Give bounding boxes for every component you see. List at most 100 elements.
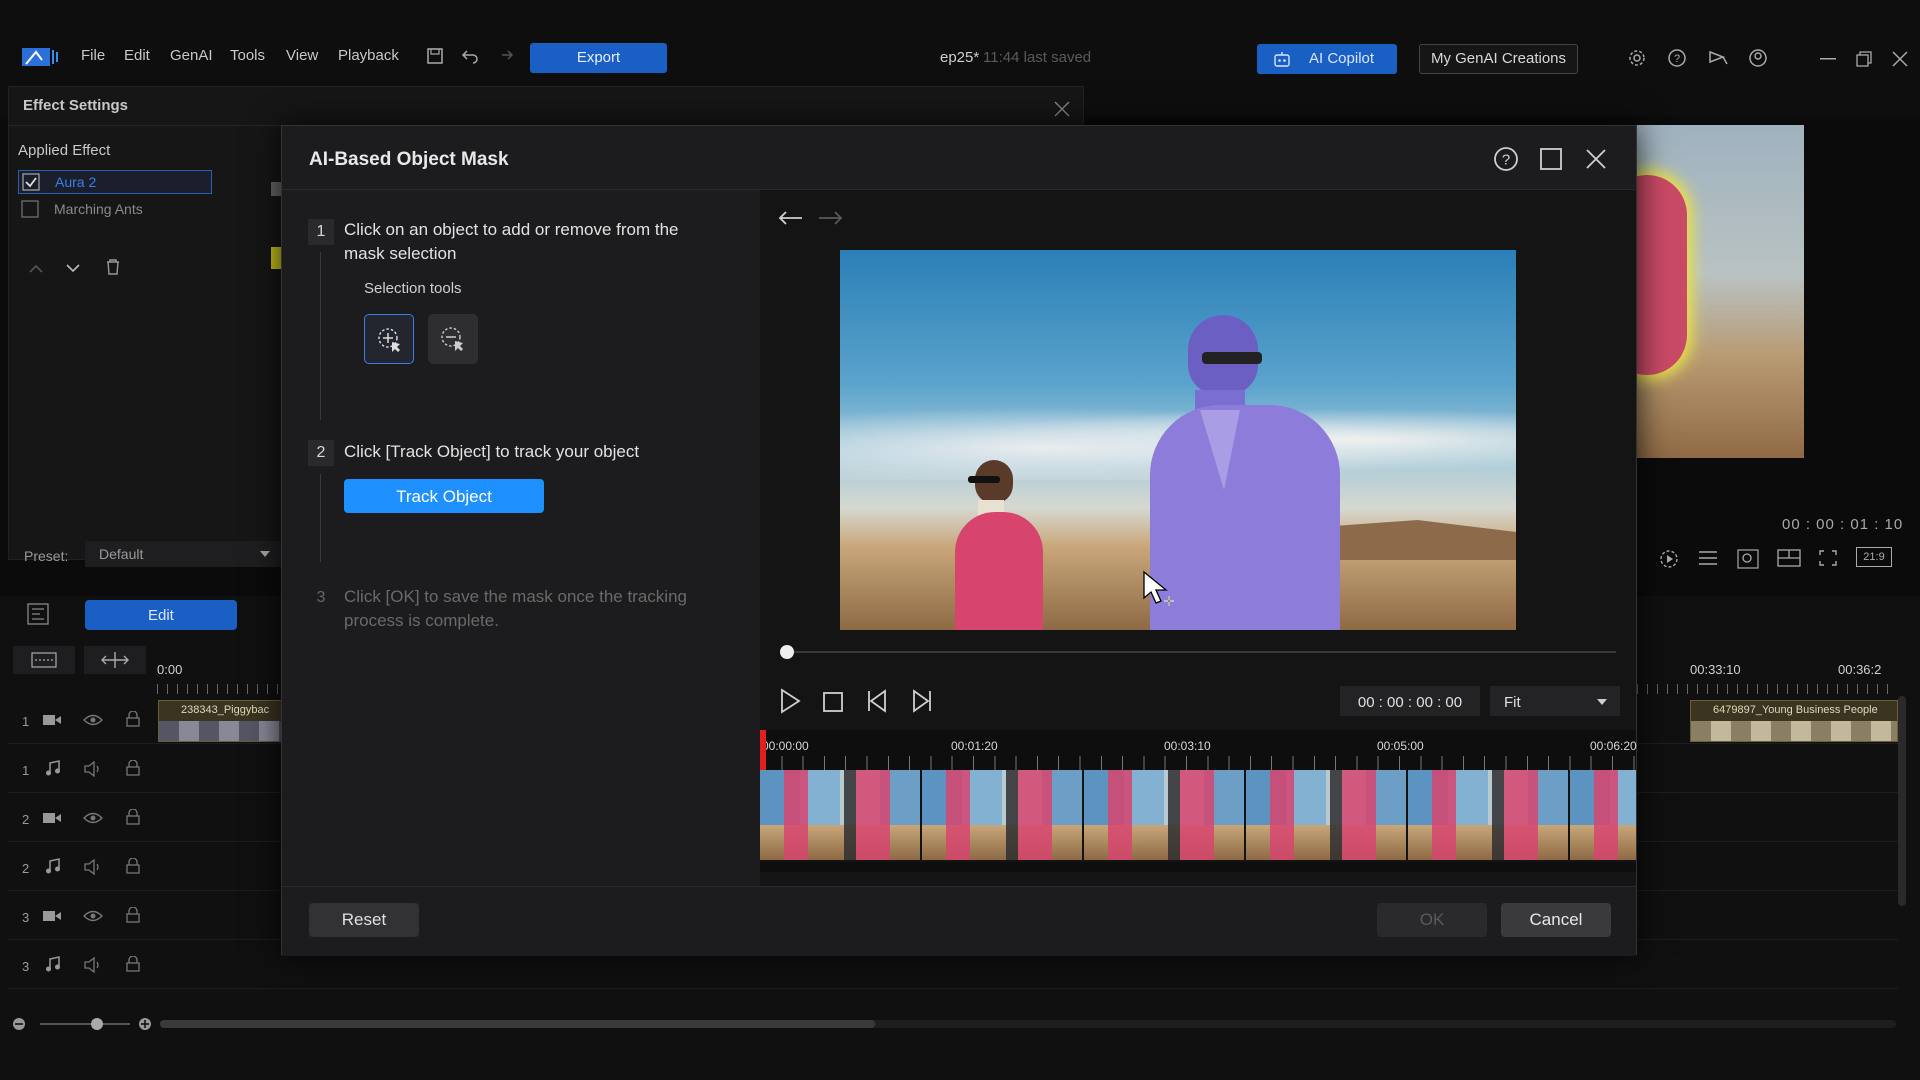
eye-icon[interactable]: [83, 909, 103, 923]
horizontal-scrollbar[interactable]: [160, 1020, 1896, 1028]
minimize-icon[interactable]: [1820, 58, 1836, 60]
reset-button[interactable]: Reset: [309, 903, 419, 937]
stop-icon[interactable]: [822, 691, 844, 713]
ai-object-mask-dialog: AI-Based Object Mask ? 1 Click on an obj…: [281, 125, 1637, 956]
help-icon[interactable]: ?: [1493, 146, 1519, 172]
lock-icon[interactable]: [126, 809, 140, 825]
menu-tools[interactable]: Tools: [230, 47, 265, 64]
lock-icon[interactable]: [126, 858, 140, 874]
remove-selection-tool-button[interactable]: [428, 314, 478, 364]
restore-icon[interactable]: [1856, 51, 1872, 67]
menu-edit[interactable]: Edit: [124, 47, 150, 64]
project-name: ep25*: [940, 49, 980, 66]
video-clip-right[interactable]: 6479897_Young Business People: [1690, 700, 1898, 742]
previous-frame-icon[interactable]: [866, 689, 888, 713]
timeline-label-1: 00:33:10: [1690, 662, 1741, 677]
speaker-icon[interactable]: [84, 957, 104, 973]
menu-file[interactable]: File: [81, 47, 105, 64]
track-manager-icon[interactable]: [13, 646, 75, 674]
split-icon[interactable]: [84, 646, 146, 674]
playhead-marker[interactable]: [760, 730, 766, 770]
speaker-icon[interactable]: [84, 859, 104, 875]
export-button[interactable]: Export: [530, 43, 667, 73]
play-speed-icon[interactable]: [1659, 549, 1681, 569]
maximize-icon[interactable]: [1539, 147, 1563, 171]
track-number: 1: [22, 714, 30, 729]
close-panel-icon[interactable]: [1054, 101, 1070, 117]
zoom-out-icon[interactable]: [12, 1017, 26, 1031]
scrubber-thumb[interactable]: [780, 645, 794, 659]
robot-icon: [1273, 51, 1291, 67]
zoom-in-icon[interactable]: [138, 1017, 152, 1031]
redo-icon[interactable]: [496, 48, 514, 64]
track-number: 3: [22, 910, 30, 925]
audio-track-icon: [45, 858, 61, 874]
move-up-icon[interactable]: [28, 262, 44, 274]
checkbox-checked-icon[interactable]: [22, 173, 40, 191]
chevron-down-icon: [259, 550, 271, 558]
scrollbar-thumb[interactable]: [160, 1020, 875, 1028]
lock-icon[interactable]: [126, 760, 140, 776]
next-frame-icon[interactable]: [911, 689, 933, 713]
ruler-label: 00:06:20: [1590, 739, 1637, 753]
track-number: 2: [22, 861, 30, 876]
redo-icon[interactable]: [817, 208, 843, 228]
effect-name: Marching Ants: [54, 201, 143, 217]
effect-item-aura[interactable]: Aura 2: [18, 170, 212, 194]
save-icon[interactable]: [426, 47, 444, 65]
menu-genai[interactable]: GenAI: [170, 47, 213, 64]
lock-icon[interactable]: [126, 956, 140, 972]
my-genai-creations-button[interactable]: My GenAI Creations: [1419, 44, 1578, 74]
preset-label: Preset:: [24, 548, 69, 564]
add-selection-tool-button[interactable]: [364, 314, 414, 364]
vertical-scrollbar[interactable]: [1898, 696, 1906, 906]
video-track-icon: [43, 910, 61, 922]
save-status: 11:44 last saved: [983, 49, 1092, 66]
timecode-display[interactable]: 00 : 00 : 00 : 00: [1340, 686, 1480, 716]
ai-copilot-button[interactable]: AI Copilot: [1257, 44, 1397, 74]
eye-icon[interactable]: [83, 713, 103, 727]
undo-icon[interactable]: [461, 48, 479, 64]
timecode-value: 00 : 00 : 00 : 00: [1357, 694, 1463, 711]
help-icon[interactable]: ?: [1667, 48, 1687, 68]
delete-icon[interactable]: [105, 258, 121, 276]
undo-icon[interactable]: [778, 208, 804, 228]
zoom-icon[interactable]: [1737, 549, 1759, 569]
lock-icon[interactable]: [126, 907, 140, 923]
menu-playback[interactable]: Playback: [338, 47, 399, 64]
edit-button[interactable]: Edit: [85, 600, 237, 630]
timeline-mode-icon[interactable]: [26, 602, 50, 626]
eye-icon[interactable]: [83, 811, 103, 825]
zoom-slider[interactable]: [40, 1023, 130, 1025]
dialog-header: AI-Based Object Mask ?: [282, 126, 1636, 190]
checkbox-unchecked-icon[interactable]: [21, 200, 39, 218]
zoom-fit-dropdown[interactable]: Fit: [1490, 686, 1620, 716]
move-down-icon[interactable]: [65, 262, 81, 274]
speaker-icon[interactable]: [84, 761, 104, 777]
dialog-title: AI-Based Object Mask: [309, 149, 509, 170]
fullscreen-icon[interactable]: [1818, 549, 1838, 567]
close-dialog-icon[interactable]: [1585, 148, 1607, 170]
play-icon[interactable]: [779, 688, 801, 714]
track-object-button[interactable]: Track Object: [344, 479, 544, 513]
layout-icon[interactable]: [1777, 549, 1801, 567]
video-clip-left[interactable]: 238343_Piggybac: [158, 700, 288, 742]
ok-button[interactable]: OK: [1377, 903, 1487, 937]
step-3-text: Click [OK] to save the mask once the tra…: [344, 587, 687, 630]
mask-preview-image[interactable]: [840, 250, 1516, 630]
aspect-ratio-badge[interactable]: 21:9: [1856, 547, 1892, 567]
cancel-button[interactable]: Cancel: [1501, 903, 1611, 937]
app-logo[interactable]: [22, 46, 58, 68]
notification-icon[interactable]: [1707, 48, 1729, 68]
menu-view[interactable]: View: [286, 47, 318, 64]
settings-gear-icon[interactable]: [1627, 48, 1647, 68]
svg-text:?: ?: [1502, 152, 1510, 169]
effect-item-marching-ants[interactable]: Marching Ants: [18, 198, 212, 222]
lock-icon[interactable]: [126, 711, 140, 727]
account-icon[interactable]: [1748, 48, 1768, 68]
list-icon[interactable]: [1697, 549, 1719, 567]
preset-dropdown[interactable]: Default: [85, 541, 281, 567]
playback-scrubber[interactable]: [786, 651, 1616, 653]
close-window-icon[interactable]: [1892, 51, 1908, 67]
zoom-slider-thumb[interactable]: [91, 1018, 103, 1030]
